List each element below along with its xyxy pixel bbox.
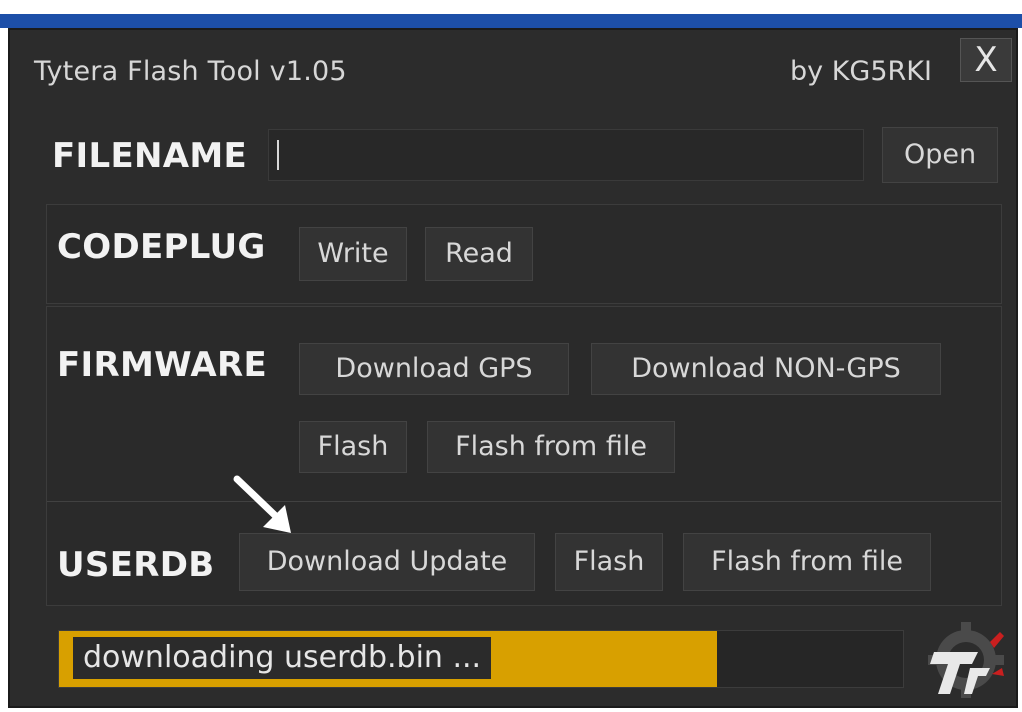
codeplug-write-button[interactable]: Write bbox=[299, 227, 407, 281]
firmware-download-gps-button[interactable]: Download GPS bbox=[299, 343, 569, 395]
title-bar: Tytera Flash Tool v1.05 by KG5RKI X bbox=[10, 30, 1016, 110]
top-strip bbox=[0, 0, 1022, 14]
firmware-download-non-gps-button[interactable]: Download NON-GPS bbox=[591, 343, 941, 395]
author-label: by KG5RKI bbox=[790, 56, 932, 87]
codeplug-read-button[interactable]: Read bbox=[425, 227, 533, 281]
open-button[interactable]: Open bbox=[882, 127, 998, 183]
userdb-flash-button[interactable]: Flash bbox=[555, 533, 663, 591]
text-caret bbox=[277, 140, 279, 170]
codeplug-heading: CODEPLUG bbox=[57, 227, 266, 267]
firmware-flash-button[interactable]: Flash bbox=[299, 421, 407, 473]
window-title: Tytera Flash Tool v1.05 bbox=[34, 56, 347, 87]
firmware-userdb-panel: FIRMWARE Download GPS Download NON-GPS F… bbox=[46, 306, 1002, 606]
userdb-flash-from-file-button[interactable]: Flash from file bbox=[683, 533, 931, 591]
filename-heading: FILENAME bbox=[52, 136, 247, 176]
firmware-heading: FIRMWARE bbox=[57, 345, 267, 385]
download-progress-bar: downloading userdb.bin ... bbox=[58, 630, 904, 688]
pointer-arrow-icon bbox=[233, 475, 291, 533]
filename-input[interactable] bbox=[268, 129, 864, 181]
window-title-blue-bar bbox=[0, 14, 1022, 28]
codeplug-panel: CODEPLUG Write Read bbox=[46, 204, 1002, 304]
close-button[interactable]: X bbox=[960, 38, 1012, 82]
userdb-heading: USERDB bbox=[57, 545, 215, 585]
section-divider bbox=[47, 501, 1001, 502]
progress-status-text: downloading userdb.bin ... bbox=[73, 637, 492, 679]
firmware-flash-from-file-button[interactable]: Flash from file bbox=[427, 421, 675, 473]
userdb-download-update-button[interactable]: Download Update bbox=[239, 533, 535, 591]
app-logo-gear-icon bbox=[928, 622, 1004, 698]
app-window: Tytera Flash Tool v1.05 by KG5RKI X FILE… bbox=[8, 28, 1018, 708]
